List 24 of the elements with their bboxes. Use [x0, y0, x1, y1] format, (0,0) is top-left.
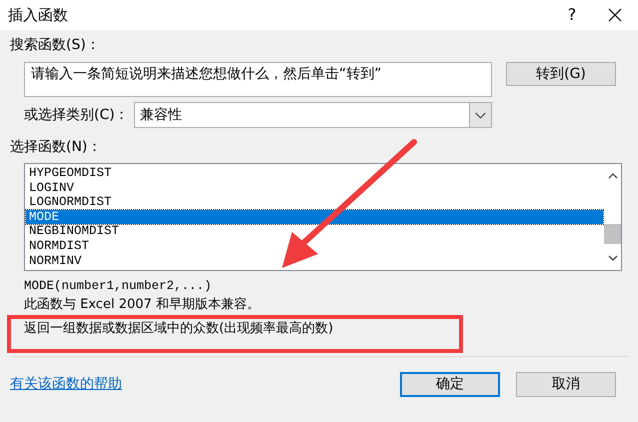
dialog-button[interactable]: 确定 [400, 372, 500, 397]
function-item[interactable]: NORMDIST [26, 238, 603, 254]
help-link[interactable]: 有关该函数的帮助 [10, 374, 400, 395]
function-list-label: 选择函数(N)： [10, 138, 102, 156]
go-button[interactable]: 转到(G) [506, 62, 616, 86]
category-value: 兼容性 [140, 106, 183, 124]
function-item[interactable]: NEGBINOMDIST [26, 224, 603, 239]
search-field[interactable]: 请输入一条简短说明来描述您想做什么，然后单击“转到” [24, 62, 492, 97]
help-button[interactable]: ? [552, 3, 592, 27]
description-text: 此函数与 Excel 2007 和早期版本兼容。 [24, 296, 261, 314]
category-label: 或选择类别(C)： [24, 106, 130, 124]
category-dropdown[interactable]: 兼容性 [134, 102, 492, 128]
function-item[interactable]: LOGINV [26, 180, 603, 196]
function-item[interactable]: LOGNORMDIST [26, 195, 603, 210]
chevron-down-icon [469, 103, 491, 127]
function-item[interactable]: MODE [26, 210, 603, 224]
window-title: 插入函数 [8, 4, 69, 26]
function-item[interactable]: NORMINV [26, 254, 603, 268]
description-text: 返回一组数据或数据区域中的众数(出现频率最高的数) [24, 320, 334, 338]
function-item[interactable]: HYPGEOMDIST [26, 166, 603, 181]
search-label: 搜索函数(S)： [10, 36, 101, 54]
function-signature: MODE(number1,number2,...) [24, 278, 213, 295]
dialog-button[interactable]: 取消 [516, 372, 616, 397]
scrollbar-thumb[interactable] [604, 224, 621, 244]
